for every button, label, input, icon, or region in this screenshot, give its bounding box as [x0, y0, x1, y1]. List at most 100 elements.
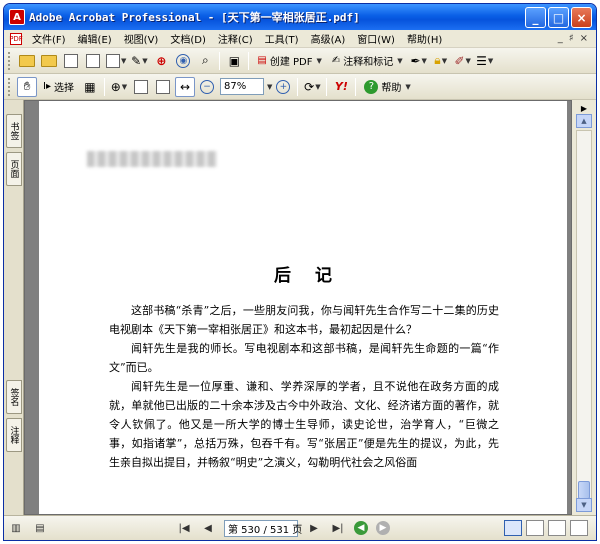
document-window-controls: _ ♯ × — [558, 33, 596, 44]
scrollbar-thumb[interactable] — [578, 481, 590, 499]
fit-page-button[interactable] — [153, 77, 173, 97]
toolbar-grip[interactable] — [8, 77, 12, 96]
next-view-button[interactable]: ▶ — [376, 521, 390, 535]
print-button[interactable] — [83, 51, 103, 71]
chevron-down-icon: ▼ — [142, 56, 148, 65]
menu-edit[interactable]: 编辑(E) — [72, 31, 118, 46]
text-cursor-icon: I▸ — [43, 81, 51, 92]
tab-signatures[interactable]: 签名 — [6, 380, 22, 414]
chevron-down-icon: ▼ — [421, 56, 427, 65]
menu-help[interactable]: 帮助(H) — [401, 31, 448, 46]
doc-close-button[interactable]: × — [580, 33, 588, 44]
zoom-dropdown-icon[interactable]: ▼ — [267, 83, 272, 91]
collaborate-button[interactable]: ◉ — [173, 51, 193, 71]
comment-markup-button[interactable]: ✍ 注释和标记 ▼ — [328, 51, 407, 71]
single-page-layout-button[interactable] — [504, 520, 522, 536]
rotate-button[interactable]: ⟳ ▼ — [302, 77, 322, 97]
list-button[interactable]: ☰ ▼ — [475, 51, 495, 71]
actual-size-icon — [133, 79, 148, 94]
hand-tool-button[interactable]: ✋︎ — [17, 76, 37, 97]
status-bar: ▥ ▤ |◀ ◀ 第 530 / 531 页 ▶ ▶| ◀ ▶ — [4, 515, 596, 540]
scrollbar-track[interactable] — [576, 130, 592, 510]
search-button[interactable]: ⌕ — [195, 51, 215, 71]
menu-comments[interactable]: 注释(C) — [212, 31, 259, 46]
open-button[interactable] — [17, 51, 37, 71]
close-button[interactable]: × — [571, 7, 592, 28]
forms-button[interactable]: ✐ ▼ — [453, 51, 473, 71]
show-pane-button[interactable]: ▥ — [7, 520, 25, 536]
zoom-level-input[interactable]: 87% — [219, 78, 264, 95]
signature-button[interactable]: ✒ ▼ — [409, 51, 429, 71]
toolbar-separator — [103, 77, 105, 96]
maximize-button[interactable]: □ — [548, 7, 569, 28]
save-button[interactable] — [61, 51, 81, 71]
menu-advanced[interactable]: 高级(A) — [305, 31, 352, 46]
toolbar-separator — [219, 51, 221, 70]
zoom-tool-button[interactable]: ⊕ ▼ — [109, 77, 129, 97]
attach-button[interactable]: ✎ ▼ — [129, 51, 149, 71]
scanned-header-mark — [87, 151, 217, 167]
chevron-down-icon: ▼ — [441, 56, 448, 65]
yahoo-button[interactable]: Y! — [331, 77, 351, 97]
minimize-button[interactable]: _ — [525, 7, 546, 28]
first-page-icon: |◀ — [178, 522, 190, 534]
pdf-document-icon[interactable]: PDF — [9, 32, 23, 45]
doc-minimize-button[interactable]: _ — [558, 33, 563, 44]
document-lock-icon: ▣ — [228, 53, 241, 68]
continuous-layout-button[interactable] — [526, 520, 544, 536]
menu-tools[interactable]: 工具(T) — [259, 31, 305, 46]
tab-comments[interactable]: 注释 — [6, 418, 22, 452]
select-tool-label: 选择 — [53, 83, 74, 94]
fit-width-button[interactable]: ↔ — [174, 76, 195, 97]
title-bar[interactable]: A Adobe Acrobat Professional - [天下第一宰相张居… — [4, 4, 596, 30]
create-pdf-button[interactable]: ▤ 创建 PDF ▼ — [253, 51, 326, 71]
security-button[interactable]: ▣ — [224, 51, 244, 71]
globe-icon: ◉ — [176, 53, 191, 68]
zoom-out-icon: − — [199, 79, 214, 94]
toolbar-separator — [297, 77, 299, 96]
previous-view-button[interactable]: ◀ — [354, 521, 368, 535]
tab-bookmarks[interactable]: 书签 — [6, 114, 22, 148]
menu-file[interactable]: 文件(F) — [26, 31, 72, 46]
email-button[interactable]: ▼ — [105, 51, 127, 71]
lock-button[interactable]: 🔒︎ ▼ — [431, 51, 451, 71]
pane-icon: ▥ — [11, 522, 21, 534]
page-body: 这部书稿“杀青”之后，一些朋友问我，你与闻轩先生合作写二十二集的历史电视剧本《天… — [109, 301, 499, 472]
paragraph: 闻轩先生是我的师长。写电视剧本和这部书稿，是闻轩先生命题的一篇“作文”而已。 — [109, 342, 499, 374]
last-page-button[interactable]: ▶| — [329, 520, 347, 536]
menu-document[interactable]: 文档(D) — [164, 31, 212, 46]
page-options-button[interactable]: ▤ — [31, 520, 49, 536]
zoom-out-button[interactable]: − — [197, 77, 217, 97]
organizer-button[interactable] — [39, 51, 59, 71]
toolbar-separator — [248, 51, 250, 70]
rotate-page-icon: ⟳ — [304, 79, 315, 94]
snapshot-button[interactable]: ▦ — [80, 77, 100, 97]
first-page-button[interactable]: |◀ — [175, 520, 193, 536]
menu-window[interactable]: 窗口(W) — [351, 31, 401, 46]
zoom-in-button[interactable]: + — [273, 77, 293, 97]
expand-pane-arrow-icon[interactable]: ▶ — [576, 102, 592, 114]
ebook-icon: ⊕ — [156, 53, 167, 68]
chevron-down-icon: ▼ — [487, 56, 494, 65]
doc-restore-button[interactable]: ♯ — [569, 33, 574, 44]
create-pdf-label: 创建 PDF — [269, 57, 313, 68]
menu-view[interactable]: 视图(V) — [118, 31, 165, 46]
next-page-button[interactable]: ▶ — [305, 520, 323, 536]
page-layout-buttons — [504, 520, 596, 536]
file-toolbar: ▼ ✎ ▼ ⊕ ◉ ⌕ ▣ ▤ 创建 PDF ▼ ✍ 注释和标记 ▼ ✒ ▼ 🔒︎ ▼ ✐ ▼ … — [4, 48, 596, 74]
previous-page-button[interactable]: ◀ — [199, 520, 217, 536]
continuous-facing-layout-button[interactable] — [570, 520, 588, 536]
facing-layout-button[interactable] — [548, 520, 566, 536]
fit-page-icon — [155, 79, 170, 94]
select-tool-button[interactable]: I▸ 选择 — [39, 77, 78, 97]
help-button[interactable]: ? 帮助 ▼ — [360, 77, 414, 97]
comment-pen-icon: ✍ — [331, 55, 341, 66]
toolbar-grip[interactable] — [8, 51, 12, 70]
actual-size-button[interactable] — [131, 77, 151, 97]
ebook-button[interactable]: ⊕ — [151, 51, 171, 71]
page-number-field[interactable]: 第 530 / 531 页 — [224, 519, 302, 537]
scroll-up-button[interactable]: ▲ — [576, 114, 592, 128]
tab-pages[interactable]: 页面 — [6, 152, 22, 186]
scroll-down-button[interactable]: ▼ — [576, 498, 592, 512]
document-pane[interactable]: 后记 这部书稿“杀青”之后，一些朋友问我，你与闻轩先生合作写二十二集的历史电视剧… — [24, 100, 572, 515]
